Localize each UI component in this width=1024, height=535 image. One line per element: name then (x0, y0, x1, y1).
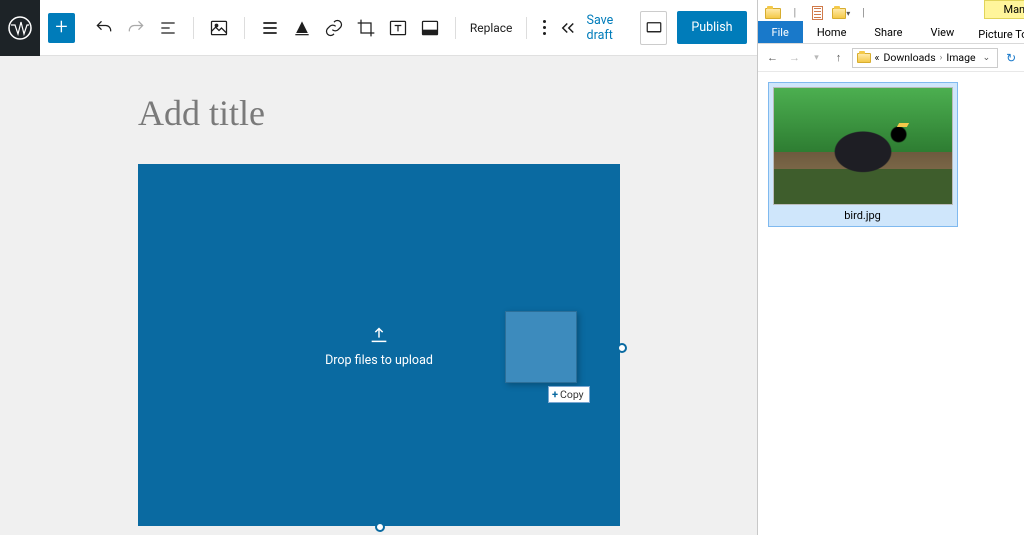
upload-icon (368, 323, 390, 345)
nav-up-button[interactable]: ↑ (830, 51, 848, 64)
wordpress-editor: + Replace (0, 0, 757, 535)
dot-icon (543, 26, 546, 29)
explorer-body[interactable]: bird.jpg (758, 72, 1024, 535)
redo-icon (126, 18, 146, 38)
qa-new-folder-button[interactable]: ▾ (832, 6, 850, 20)
screen: + Replace (0, 0, 1024, 535)
ribbon-tab-share[interactable]: Share (860, 21, 916, 43)
redo-button[interactable] (121, 13, 151, 43)
explorer-navbar: ← → ▾ ↑ « Downloads › Image ⌄ ↻ (758, 44, 1024, 72)
collapse-sidebar-button[interactable] (559, 19, 577, 37)
folder-icon (857, 53, 871, 63)
quick-access-toolbar: | ▾ | (764, 6, 871, 20)
qa-properties-button[interactable] (808, 6, 826, 20)
editor-canvas[interactable]: Add title Drop files to upload + Copy (0, 56, 757, 535)
link-button[interactable] (319, 13, 349, 43)
align-button[interactable] (255, 13, 285, 43)
post-title-input[interactable]: Add title (138, 92, 265, 134)
history-group (83, 13, 189, 43)
resize-handle-right[interactable] (617, 343, 627, 353)
preview-button[interactable] (640, 11, 667, 45)
duotone-button[interactable] (415, 13, 445, 43)
toolbar-separator (193, 17, 194, 39)
refresh-button[interactable]: ↻ (1002, 51, 1020, 65)
separator-icon: | (794, 6, 797, 20)
ribbon-tab-picture-tools[interactable]: Picture Tools (968, 26, 1024, 43)
title-group: Manage Image (984, 0, 1024, 19)
dropzone-text: Drop files to upload (325, 353, 433, 368)
save-draft-button[interactable]: Save draft (587, 13, 631, 43)
undo-button[interactable] (89, 13, 119, 43)
crop-button[interactable] (351, 13, 381, 43)
add-block-button[interactable]: + (48, 13, 75, 43)
breadcrumb-image[interactable]: Image (946, 51, 975, 64)
folder-icon (765, 8, 781, 19)
image-block-button[interactable] (204, 13, 234, 43)
caption-button[interactable] (287, 13, 317, 43)
nav-back-button[interactable]: ← (764, 51, 782, 64)
dot-icon (543, 32, 546, 35)
block-tools-group (249, 13, 451, 43)
breadcrumb-downloads[interactable]: Downloads (883, 51, 935, 64)
file-explorer: | ▾ | Manage Image File Home Share View … (757, 0, 1024, 535)
properties-icon (812, 6, 823, 20)
separator-icon: | (862, 6, 865, 20)
ribbon-tab-home[interactable]: Home (803, 21, 861, 43)
ribbon-tab-file[interactable]: File (758, 21, 803, 43)
undo-icon (94, 18, 114, 38)
chevron-right-icon: › (940, 53, 943, 63)
nav-recent-button[interactable]: ▾ (808, 53, 826, 63)
toolbar-separator (455, 17, 456, 39)
file-name-label: bird.jpg (773, 209, 953, 222)
drag-preview (505, 311, 577, 383)
nav-forward-button[interactable]: → (786, 51, 804, 64)
explorer-ribbon: File Home Share View Picture Tools (758, 20, 1024, 44)
publish-button[interactable]: Publish (677, 11, 746, 44)
crop-icon (356, 18, 376, 38)
link-icon (324, 18, 344, 38)
drag-hint-text: Copy (560, 388, 584, 401)
text-overlay-icon (388, 18, 408, 38)
explorer-titlebar: | ▾ | Manage Image (758, 0, 1024, 20)
caption-icon (292, 18, 312, 38)
breadcrumb-root[interactable]: « (875, 51, 880, 64)
toolbar-right: Save draft Publish (559, 11, 757, 45)
folder-icon (832, 8, 846, 19)
text-overlay-button[interactable] (383, 13, 413, 43)
toolbar-separator (244, 17, 245, 39)
editor-toolbar: + Replace (0, 0, 757, 56)
image-icon (209, 18, 229, 38)
toolbar-separator (526, 17, 527, 39)
document-outline-button[interactable] (153, 13, 183, 43)
duotone-icon (420, 18, 440, 38)
outline-icon (158, 18, 178, 38)
replace-button[interactable]: Replace (460, 15, 523, 41)
preview-icon (645, 19, 663, 37)
wordpress-logo[interactable] (0, 0, 40, 56)
chevrons-left-icon (559, 19, 577, 37)
address-dropdown-button[interactable]: ⌄ (980, 53, 994, 63)
resize-handle-bottom[interactable] (375, 522, 385, 532)
file-thumbnail[interactable]: bird.jpg (768, 82, 958, 227)
block-type-group (198, 13, 240, 43)
ribbon-tab-view[interactable]: View (916, 21, 968, 43)
align-icon (260, 18, 280, 38)
wordpress-icon (8, 16, 32, 40)
address-bar[interactable]: « Downloads › Image ⌄ (852, 48, 999, 68)
qa-folder-button[interactable] (764, 6, 782, 20)
block-more-button[interactable] (531, 13, 558, 43)
plus-icon: + (552, 388, 558, 401)
drag-hint-badge: + Copy (548, 386, 590, 403)
dot-icon (543, 20, 546, 23)
thumbnail-image (773, 87, 953, 205)
context-tab-manage[interactable]: Manage (984, 0, 1024, 19)
